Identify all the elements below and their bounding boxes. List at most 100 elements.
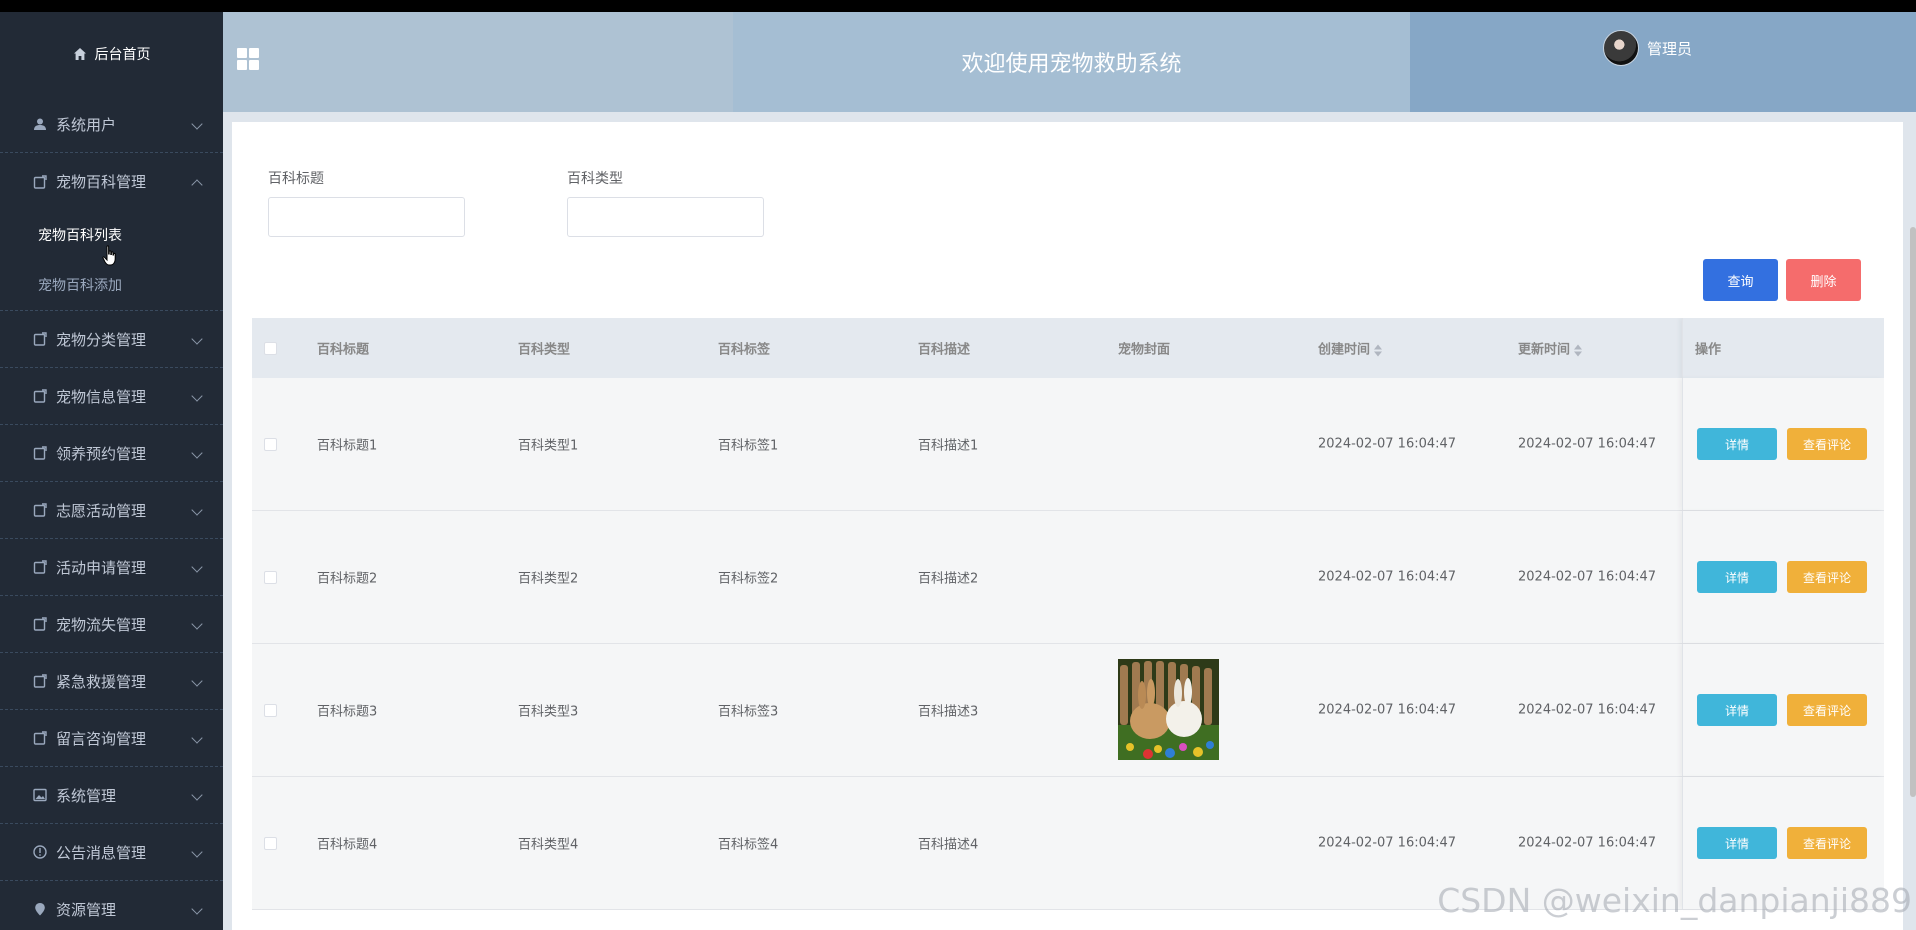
- select-all-checkbox[interactable]: [264, 342, 277, 355]
- sidebar-home-label: 后台首页: [94, 47, 151, 63]
- cell-type: 百科类型2: [518, 571, 579, 587]
- detail-button[interactable]: 详情: [1697, 428, 1777, 460]
- query-button[interactable]: 查询: [1703, 259, 1778, 301]
- row-checkbox[interactable]: [264, 837, 277, 850]
- grid-menu-icon[interactable]: [237, 48, 259, 70]
- sidebar-item-label: 领养预约管理: [56, 444, 147, 463]
- vertical-scrollbar[interactable]: [1910, 227, 1916, 797]
- sidebar-item-resources[interactable]: 资源管理: [0, 881, 223, 930]
- cell-type: 百科类型4: [518, 837, 579, 853]
- data-table: 百科标题 百科类型 百科标签 百科描述 宠物封面 创建时间 更新时间 操作 百科…: [252, 318, 1884, 930]
- col-header-updated[interactable]: 更新时间: [1518, 339, 1583, 358]
- sidebar-subitem-wiki-add[interactable]: 宠物百科添加: [0, 260, 223, 310]
- top-header: 欢迎使用宠物救助系统 管理员: [223, 12, 1916, 112]
- sidebar-item-system-users[interactable]: 系统用户: [0, 96, 223, 153]
- sidebar-item-rescue[interactable]: 紧急救援管理: [0, 653, 223, 710]
- header-right: 管理员: [1410, 12, 1916, 112]
- sidebar-item-label: 志愿活动管理: [56, 501, 147, 520]
- view-comments-button[interactable]: 查看评论: [1787, 827, 1867, 859]
- avatar: [1603, 30, 1639, 66]
- cell-created: 2024-02-07 16:04:47: [1318, 569, 1457, 585]
- search-type-input[interactable]: [567, 197, 764, 237]
- delete-button[interactable]: 删除: [1786, 259, 1861, 301]
- info-icon: [32, 844, 48, 860]
- chevron-down-icon: [191, 732, 203, 744]
- sidebar-home[interactable]: 后台首页: [0, 12, 223, 96]
- view-comments-button[interactable]: 查看评论: [1787, 428, 1867, 460]
- cell-updated: 2024-02-07 16:04:47: [1518, 702, 1657, 718]
- sort-icon[interactable]: [1574, 344, 1583, 356]
- cell-updated: 2024-02-07 16:04:47: [1518, 569, 1657, 585]
- col-header-title: 百科标题: [317, 342, 370, 358]
- col-header-created[interactable]: 创建时间: [1318, 339, 1383, 358]
- chevron-up-icon: [191, 178, 203, 191]
- document-icon: [32, 730, 48, 746]
- chevron-down-icon: [191, 561, 203, 573]
- cell-type: 百科类型3: [518, 704, 579, 720]
- col-header-cover: 宠物封面: [1118, 342, 1171, 358]
- sidebar-item-label: 宠物流失管理: [56, 615, 147, 634]
- content-card: 百科标题 百科类型 查询 删除 百科标题 百科类型 百科标签 百科描述 宠物封面…: [232, 122, 1903, 930]
- table-row: 百科标题2 百科类型2 百科标签2 百科描述2 2024-02-07 16:04…: [252, 511, 1884, 644]
- view-comments-button[interactable]: 查看评论: [1787, 694, 1867, 726]
- sidebar: 后台首页 系统用户 宠物百科管理 宠物百科列表 宠物百科添加 宠物分类管理 宠物…: [0, 12, 223, 930]
- view-comments-button[interactable]: 查看评论: [1787, 561, 1867, 593]
- document-icon: [32, 388, 48, 404]
- image-icon: [32, 787, 48, 803]
- sidebar-item-label: 留言咨询管理: [56, 729, 147, 748]
- table-row: 百科标题1 百科类型1 百科标签1 百科描述1 2024-02-07 16:04…: [252, 378, 1884, 511]
- sidebar-item-volunteer[interactable]: 志愿活动管理: [0, 482, 223, 539]
- sidebar-item-label: 宠物百科管理: [56, 173, 147, 191]
- col-header-updated-label: 更新时间: [1518, 342, 1571, 358]
- user-menu[interactable]: 管理员: [1603, 30, 1692, 66]
- row-checkbox[interactable]: [264, 438, 277, 451]
- sidebar-item-system[interactable]: 系统管理: [0, 767, 223, 824]
- cell-title: 百科标题2: [317, 571, 378, 587]
- cell-created: 2024-02-07 16:04:47: [1318, 702, 1457, 718]
- detail-button[interactable]: 详情: [1697, 827, 1777, 859]
- row-checkbox[interactable]: [264, 571, 277, 584]
- sidebar-item-notice[interactable]: 公告消息管理: [0, 824, 223, 881]
- sidebar-item-label: 公告消息管理: [56, 843, 147, 862]
- main-area: 百科标题 百科类型 查询 删除 百科标题 百科类型 百科标签 百科描述 宠物封面…: [223, 112, 1916, 930]
- sidebar-item-pet-lost[interactable]: 宠物流失管理: [0, 596, 223, 653]
- row-checkbox[interactable]: [264, 704, 277, 717]
- document-icon: [32, 502, 48, 518]
- sidebar-item-activity-apply[interactable]: 活动申请管理: [0, 539, 223, 596]
- document-icon: [32, 616, 48, 632]
- cell-updated: 2024-02-07 16:04:47: [1518, 436, 1657, 452]
- cell-title: 百科标题1: [317, 438, 378, 454]
- cell-tag: 百科标签3: [718, 704, 779, 720]
- sidebar-subitem-wiki-list[interactable]: 宠物百科列表: [0, 210, 223, 266]
- pet-cover-image[interactable]: [1118, 659, 1219, 760]
- sidebar-item-adoption[interactable]: 领养预约管理: [0, 425, 223, 482]
- detail-button[interactable]: 详情: [1697, 561, 1777, 593]
- sidebar-item-messages[interactable]: 留言咨询管理: [0, 710, 223, 767]
- chevron-down-icon: [191, 504, 203, 516]
- col-header-actions: 操作: [1695, 342, 1722, 358]
- user-icon: [32, 116, 48, 132]
- cell-tag: 百科标签4: [718, 837, 779, 853]
- sidebar-item-label: 系统用户: [56, 115, 117, 134]
- document-icon: [32, 331, 48, 347]
- search-type-label: 百科类型: [567, 171, 623, 187]
- location-icon: [32, 901, 48, 917]
- search-title-input[interactable]: [268, 197, 465, 237]
- sidebar-item-pet-info[interactable]: 宠物信息管理: [0, 368, 223, 425]
- cell-tag: 百科标签2: [718, 571, 779, 587]
- chevron-down-icon: [191, 118, 203, 130]
- cell-desc: 百科描述2: [918, 571, 979, 587]
- sort-icon[interactable]: [1374, 344, 1383, 356]
- table-row: 百科标题3 百科类型3 百科标签3 百科描述3 2024-02-07 16:04…: [252, 644, 1884, 777]
- cell-created: 2024-02-07 16:04:47: [1318, 835, 1457, 851]
- cell-title: 百科标题4: [317, 837, 378, 853]
- sidebar-item-pet-wiki[interactable]: 宠物百科管理: [0, 153, 223, 210]
- cell-tag: 百科标签1: [718, 438, 779, 454]
- watermark: CSDN @weixin_danpianji889: [1437, 881, 1912, 920]
- chevron-down-icon: [191, 675, 203, 687]
- detail-button[interactable]: 详情: [1697, 694, 1777, 726]
- sidebar-item-pet-category[interactable]: 宠物分类管理: [0, 311, 223, 368]
- cell-desc: 百科描述1: [918, 438, 979, 454]
- chevron-down-icon: [191, 447, 203, 459]
- chevron-down-icon: [191, 333, 203, 345]
